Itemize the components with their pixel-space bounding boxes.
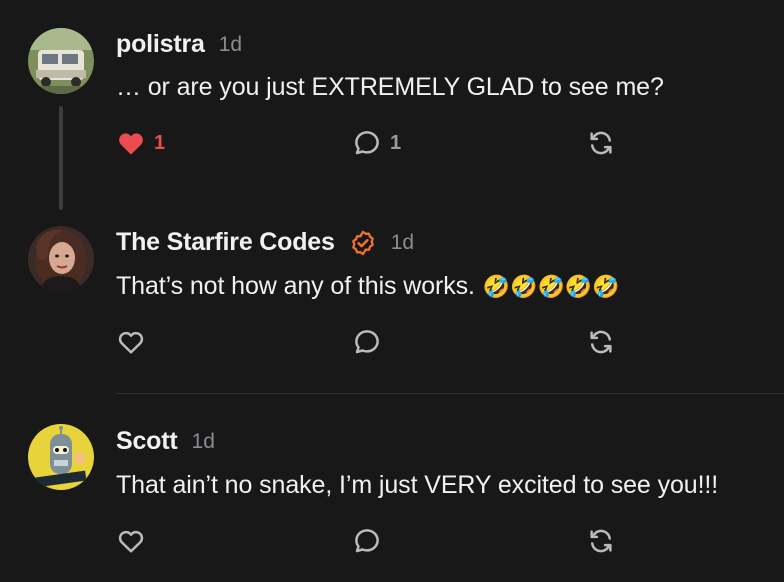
like-button[interactable]: 1 <box>116 128 165 158</box>
post-actions <box>116 526 636 560</box>
heart-icon <box>118 331 144 354</box>
verified-badge-icon <box>351 230 374 255</box>
like-button[interactable] <box>116 327 154 357</box>
author-name[interactable]: polistra <box>116 30 205 59</box>
post-time[interactable]: 1d <box>219 33 242 57</box>
heart-icon <box>119 133 143 155</box>
comment-icon <box>355 529 379 553</box>
comment-icon <box>355 330 379 354</box>
post-text: That’s not how any of this works. <box>116 272 475 300</box>
post-header: Scott 1d <box>116 427 215 456</box>
like-count: 1 <box>154 131 166 154</box>
repost-button[interactable] <box>586 526 616 556</box>
post-header: polistra 1d <box>116 30 242 59</box>
repost-icon <box>590 330 612 354</box>
avatar[interactable] <box>28 226 94 292</box>
like-button[interactable] <box>116 526 154 556</box>
thread: polistra 1d … or are you just EXTREMELY … <box>0 0 784 582</box>
repost-icon <box>590 529 612 553</box>
post-time[interactable]: 1d <box>192 430 215 454</box>
rofl-emoji-row: 🤣🤣🤣🤣🤣 <box>482 274 620 300</box>
reply-button[interactable] <box>352 327 390 357</box>
author-name[interactable]: Scott <box>116 427 178 456</box>
post-body: That’s not how any of this works. 🤣🤣🤣🤣🤣 <box>116 272 619 301</box>
post-divider <box>116 393 784 394</box>
post-actions: 1 1 <box>116 128 636 162</box>
post-text: That ain’t no snake, I’m just VERY excit… <box>116 471 719 499</box>
avatar[interactable] <box>28 424 94 490</box>
comment-icon <box>355 131 379 155</box>
post-time[interactable]: 1d <box>391 231 414 255</box>
heart-icon <box>118 530 144 553</box>
author-name[interactable]: The Starfire Codes <box>116 228 335 257</box>
repost-icon <box>590 131 612 155</box>
post-header: The Starfire Codes 1d <box>116 228 414 257</box>
reply-button[interactable] <box>352 526 390 556</box>
repost-button[interactable] <box>586 128 616 158</box>
repost-button[interactable] <box>586 327 616 357</box>
reply-count: 1 <box>390 131 402 154</box>
post-actions <box>116 327 636 361</box>
avatar[interactable] <box>28 28 94 94</box>
post-text: … or are you just EXTREMELY GLAD to see … <box>116 73 664 101</box>
thread-connector-line <box>59 106 63 210</box>
reply-button[interactable]: 1 <box>352 128 401 158</box>
